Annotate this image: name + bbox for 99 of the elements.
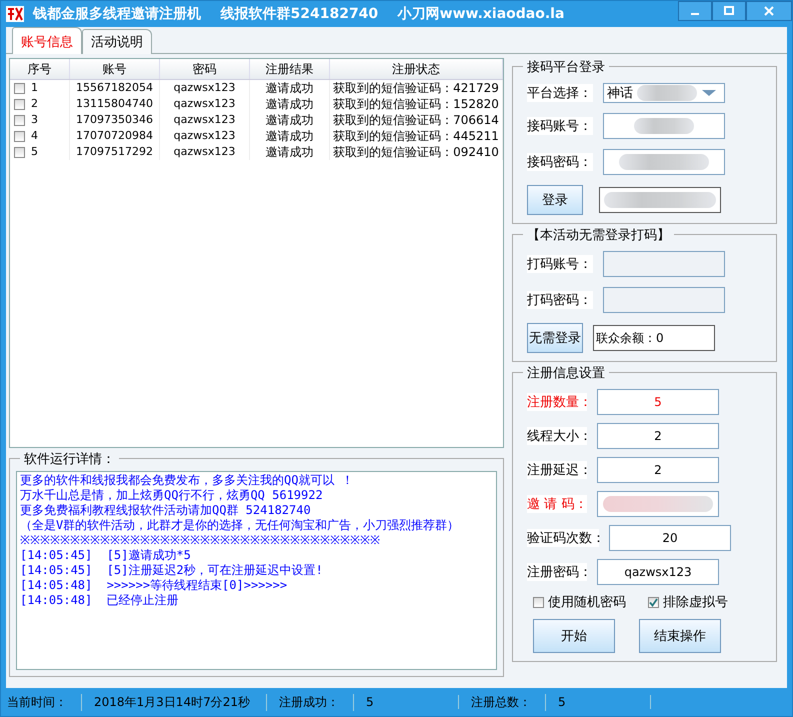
status-value: 2018年1月3日14时7分21秒 [82,694,267,710]
status-label: 注册总数： [471,694,546,710]
field-label: 接码密码： [527,153,593,171]
input-field[interactable]: qazwsx123 [597,559,719,585]
table-cell: qazwsx123 [160,96,250,112]
log-line: [14:05:48] >>>>>>等待线程结束[0]>>>>>> [20,578,288,593]
field-label: 注册延迟： [527,461,587,479]
balance-field: 联众余额：0 [593,325,715,351]
stop-button[interactable]: 结束操作 [639,619,721,653]
table-cell: qazwsx123 [160,112,250,128]
table-cell: qazwsx123 [160,80,250,96]
group-title: 【本活动无需登录打码】 [523,226,674,244]
column-header[interactable]: 注册结果 [250,59,330,79]
table-cell: 获取到的短信验证码：421729 [330,80,503,96]
login-button[interactable]: 登录 [527,185,583,215]
checkbox[interactable] [14,98,25,110]
tab[interactable]: 活动说明 [82,29,152,54]
field-label: 平台选择： [527,84,593,102]
table-cell: qazwsx123 [160,128,250,144]
input-field[interactable]: 2 [597,457,719,483]
table-cell: 13115804740 [70,96,160,112]
table-cell: 17097517292 [70,144,160,160]
table-cell: 获取到的短信验证码：092410 [330,144,503,160]
row-number: 4 [31,128,38,144]
minimize-icon [691,13,699,15]
option-checkbox[interactable]: 使用随机密码 [533,593,626,611]
checkbox[interactable] [14,130,25,142]
table-cell: 获取到的短信验证码：152820 [330,96,503,112]
field-label: 打码账号： [527,255,593,273]
table-cell: 17070720984 [70,128,160,144]
app-logo-icon [5,5,25,23]
table-cell: 15567182054 [70,80,160,96]
input-field[interactable] [597,491,719,517]
checkbox[interactable] [14,114,25,126]
log-line: [14:05:48] 已经停止注册 [20,593,179,608]
input-field[interactable]: 2 [597,423,719,449]
checkbox[interactable] [648,596,659,608]
input-field[interactable]: 20 [609,525,731,551]
column-header[interactable]: 密码 [160,59,250,79]
table-cell: 邀请成功 [250,80,330,96]
table-cell: 邀请成功 [250,144,330,160]
input-field[interactable] [603,149,725,175]
field-label: 验证码次数： [527,529,599,547]
log-line: 更多的软件和线报我都会免费发布，多多关注我的QQ就可以 ！ [20,473,354,488]
close-button[interactable] [746,1,792,21]
row-number: 2 [31,96,38,112]
input-field[interactable] [603,251,725,277]
minimize-button[interactable] [678,1,712,21]
maximize-button[interactable] [712,1,746,21]
status-value: 5 [354,695,459,709]
maximize-icon [724,6,734,16]
input-field[interactable] [603,287,725,313]
column-header[interactable]: 序号 [10,59,70,79]
field-label: 打码密码： [527,291,593,309]
field-label: 注册密码： [527,563,587,581]
field-label: 接码账号： [527,117,593,135]
table-cell: 邀请成功 [250,128,330,144]
status-label: 注册成功： [279,694,354,710]
log-line: ※※※※※※※※※※※※※※※※※※※※※※※※※※※※※※※※※※※※ [20,533,380,548]
column-header[interactable]: 注册状态 [330,59,503,79]
column-header[interactable]: 账号 [70,59,160,79]
status-value: 5 [546,695,651,709]
checkbox[interactable] [533,596,544,608]
skip-login-button[interactable]: 无需登录 [527,323,583,353]
table-cell: 17097350346 [70,112,160,128]
option-checkbox[interactable]: 排除虚拟号 [648,593,728,611]
input-field[interactable] [603,113,725,139]
input-field[interactable]: 5 [597,389,719,415]
table-cell: 邀请成功 [250,112,330,128]
row-number: 1 [31,80,38,96]
row-number: 3 [31,112,38,128]
field-label: 邀 请 码： [527,495,587,513]
checkbox[interactable] [14,82,25,94]
field-label: 线程大小： [527,427,587,445]
dropdown-arrow-icon [701,89,717,97]
log-line: [14:05:45] [5]注册延迟2秒，可在注册延迟中设置! [20,563,323,578]
blurred-text [634,118,694,134]
dropdown-value: 神话 [607,85,633,102]
log-line: 更多免费福利教程线报软件活动请加QQ群 524182740 [20,503,311,518]
blurred-text [637,85,697,101]
table-cell: 邀请成功 [250,96,330,112]
group-title: 接码平台登录 [523,58,609,76]
row-number: 5 [31,144,38,160]
checkbox[interactable] [14,146,25,158]
log-line: 万水千山总是情，加上炫勇QQ行不行，炫勇QQ 5619922 [20,488,323,503]
field-label: 注册数量： [527,393,587,411]
group-title: 软件运行详情： [20,450,119,468]
table-cell: qazwsx123 [160,144,250,160]
platform-dropdown[interactable]: 神话 [603,83,725,103]
window-title: 钱都金服多线程邀请注册机 线报软件群524182740 小刀网www.xiaodao.la [33,5,566,23]
group-title: 注册信息设置 [523,364,609,382]
start-button[interactable]: 开始 [533,619,615,653]
log-line: （全是V群的软件活动，此群才是你的选择，无任何淘宝和广告，小刀强烈推荐群） [20,518,460,533]
close-icon [764,6,774,16]
table-cell: 获取到的短信验证码：445211 [330,128,503,144]
log-line: [14:05:45] [5]邀请成功*5 [20,548,191,563]
status-label: 当前时间： [7,694,82,710]
table-cell: 获取到的短信验证码：706614 [330,112,503,128]
tab[interactable]: 账号信息 [12,27,82,54]
